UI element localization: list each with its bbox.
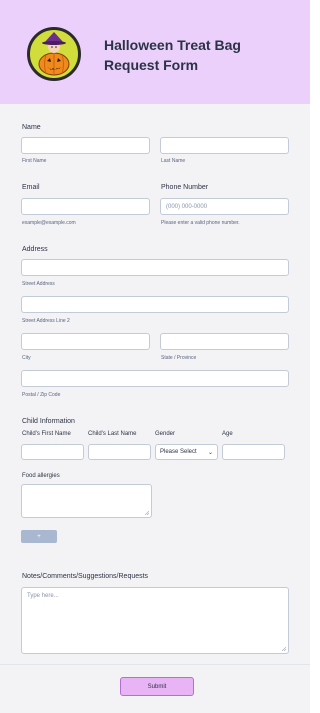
street-address-input[interactable] xyxy=(21,259,289,276)
child-info-label: Child Information xyxy=(22,418,75,425)
email-label: Email xyxy=(22,184,40,191)
email-field[interactable] xyxy=(21,198,150,215)
last-name-input[interactable] xyxy=(160,137,289,154)
notes-placeholder: Type here... xyxy=(27,593,59,599)
food-allergies-textarea[interactable] xyxy=(21,484,152,518)
last-name-sublabel: Last Name xyxy=(161,158,186,164)
first-name-sublabel: First Name xyxy=(22,158,47,164)
gender-select[interactable]: Please Select ⌄ xyxy=(155,444,218,460)
city-input[interactable] xyxy=(21,333,150,350)
form-title: Halloween Treat Bag Request Form xyxy=(104,37,241,73)
age-input[interactable] xyxy=(222,444,285,460)
child-first-name-header: Child's First Name xyxy=(22,431,71,437)
postal-code-sublabel: Postal / Zip Code xyxy=(22,392,61,398)
add-row-button[interactable]: + xyxy=(21,530,57,543)
state-sublabel: State / Province xyxy=(161,355,197,361)
food-allergies-label: Food allergies xyxy=(22,473,60,479)
gender-header: Gender xyxy=(155,431,176,437)
submit-divider xyxy=(0,664,310,665)
child-last-name-input[interactable] xyxy=(88,444,151,460)
city-sublabel: City xyxy=(22,355,31,361)
chevron-down-icon: ⌄ xyxy=(207,449,213,456)
resize-handle-icon xyxy=(282,647,286,651)
phone-sublabel: Please enter a valid phone number. xyxy=(161,220,240,226)
street-address-2-input[interactable] xyxy=(21,296,289,313)
gender-select-value: Please Select xyxy=(160,449,197,455)
street-address-sublabel: Street Address xyxy=(22,281,55,287)
postal-code-input[interactable] xyxy=(21,370,289,387)
child-last-name-header: Child's Last Name xyxy=(88,431,137,437)
age-header: Age xyxy=(222,431,233,437)
street-address-2-sublabel: Street Address Line 2 xyxy=(22,318,70,324)
witch-pumpkin-logo xyxy=(27,27,81,81)
phone-field[interactable]: (000) 000-0000 xyxy=(160,198,289,215)
notes-label: Notes/Comments/Suggestions/Requests xyxy=(22,573,149,580)
child-first-name-input[interactable] xyxy=(21,444,84,460)
phone-label: Phone Number xyxy=(161,184,209,191)
phone-placeholder: (000) 000-0000 xyxy=(166,203,208,210)
email-sublabel: example@example.com xyxy=(22,220,76,226)
resize-handle-icon xyxy=(145,511,149,515)
first-name-input[interactable] xyxy=(21,137,150,154)
submit-button[interactable]: Submit xyxy=(120,677,194,696)
notes-textarea[interactable]: Type here... xyxy=(21,587,289,654)
address-label: Address xyxy=(22,246,48,253)
state-input[interactable] xyxy=(160,333,289,350)
name-label: Name xyxy=(22,124,41,131)
